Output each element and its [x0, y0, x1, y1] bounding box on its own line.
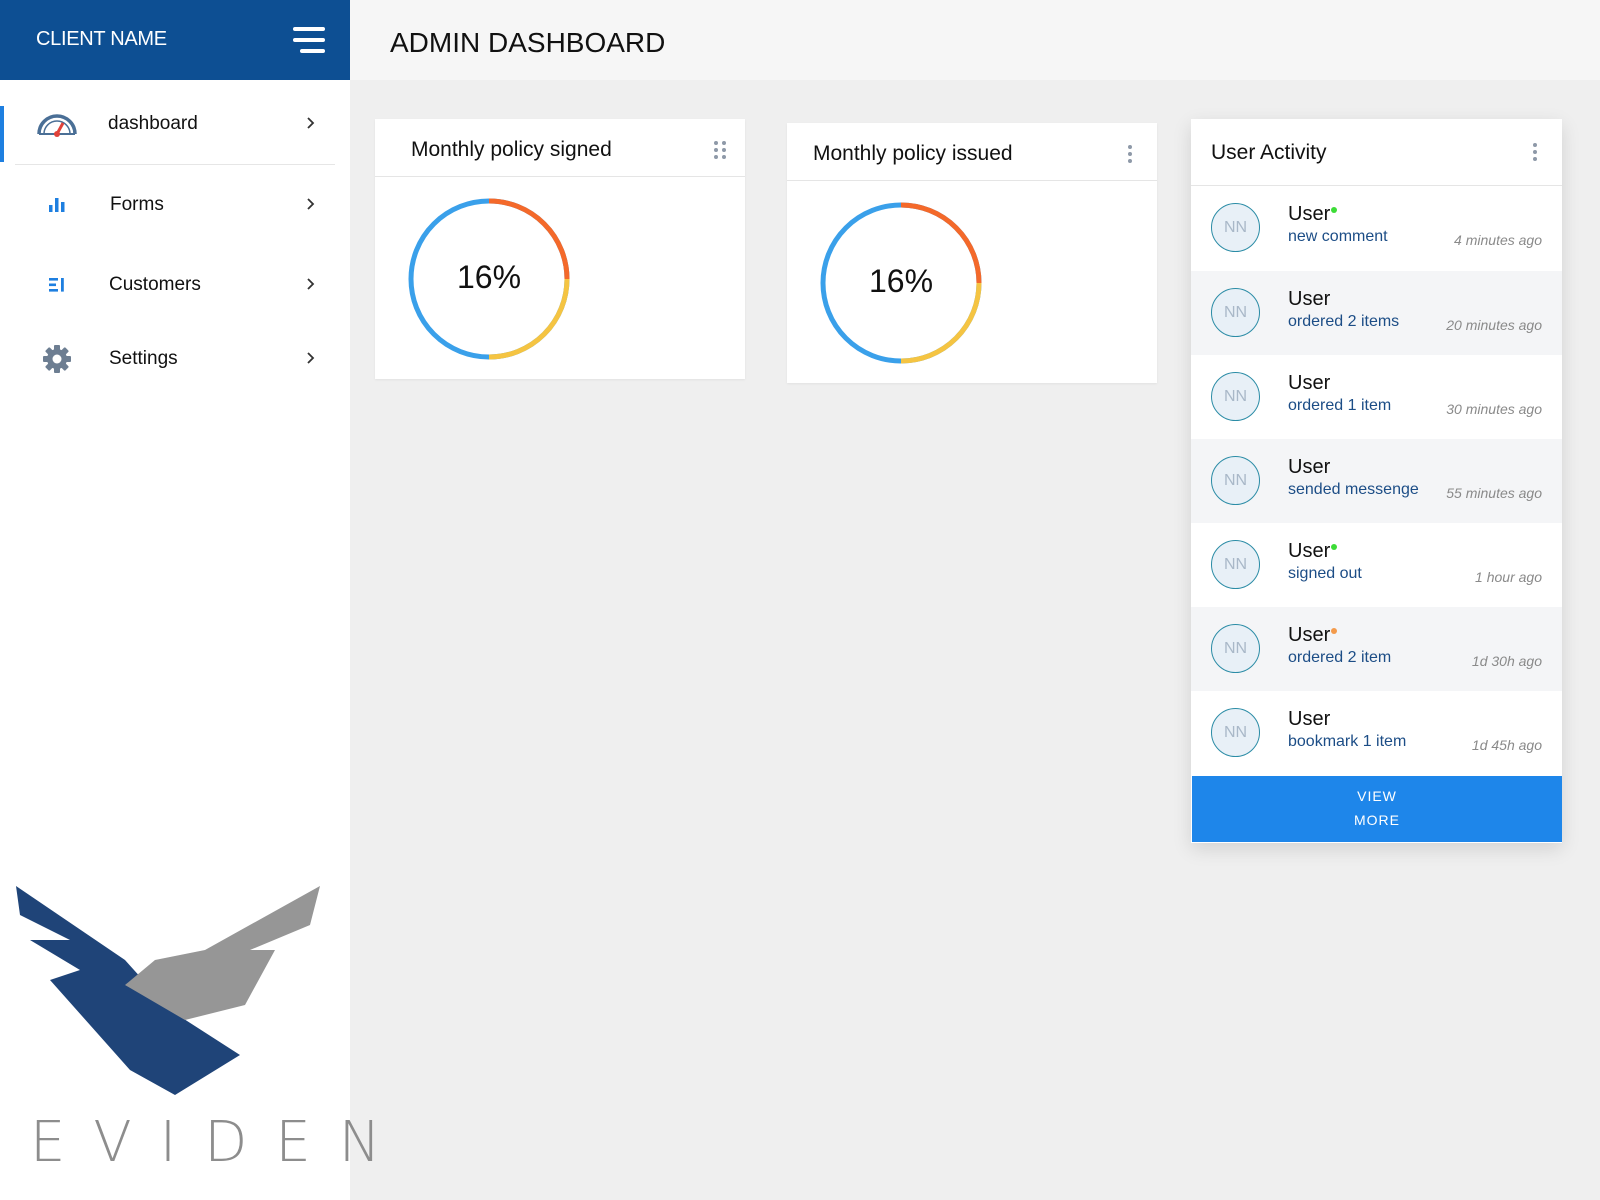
- donut-value: 16%: [868, 263, 934, 299]
- avatar: NN: [1211, 540, 1260, 589]
- status-dot-icon: [1331, 544, 1337, 550]
- sidebar-item-label: dashboard: [108, 113, 198, 134]
- card-policy-issued: Monthly policy issued 16%: [787, 123, 1157, 383]
- list-item[interactable]: NN User sended messenge 55 minutes ago: [1191, 439, 1562, 523]
- view-more-button[interactable]: VIEW MORE: [1192, 776, 1562, 842]
- activity-time: 1d 45h ago: [1471, 737, 1542, 753]
- status-dot-icon: [1331, 207, 1337, 213]
- activity-description: ordered 1 item: [1288, 397, 1392, 414]
- activity-time: 1 hour ago: [1475, 569, 1542, 585]
- avatar: NN: [1211, 288, 1260, 337]
- card-header: User Activity: [1191, 119, 1562, 186]
- user-name: User: [1288, 203, 1331, 225]
- brand-bar: CLIENT NAME: [0, 0, 350, 80]
- user-name: User: [1288, 456, 1331, 478]
- sidebar: CLIENT NAME dashboard Forms Customers Se…: [0, 0, 381, 1200]
- avatar: NN: [1211, 203, 1260, 252]
- page-title: ADMIN DASHBOARD: [390, 27, 666, 58]
- bar-chart-icon: [36, 188, 78, 222]
- list-item[interactable]: NN User ordered 1 item 30 minutes ago: [1191, 355, 1562, 439]
- card-header: Monthly policy signed: [375, 119, 745, 177]
- list-item[interactable]: NN User ordered 2 item 1d 30h ago: [1191, 607, 1562, 691]
- sidebar-item-label: Settings: [109, 348, 178, 369]
- hamburger-menu-icon[interactable]: [293, 27, 325, 53]
- activity-description: new comment: [1288, 228, 1388, 245]
- activity-description: ordered 2 item: [1288, 649, 1392, 666]
- user-activity-card: User Activity NN User new comment 4 minutes…: [1191, 119, 1562, 843]
- activity-description: sended messenge: [1288, 481, 1419, 498]
- chevron-right-icon: [307, 117, 315, 129]
- user-name: User: [1288, 540, 1331, 562]
- client-name: CLIENT NAME: [36, 28, 167, 50]
- sidebar-item-dashboard[interactable]: dashboard: [0, 89, 350, 162]
- activity-description: bookmark 1 item: [1288, 733, 1407, 750]
- user-name: User: [1288, 372, 1331, 394]
- activity-time: 4 minutes ago: [1454, 232, 1542, 248]
- avatar: NN: [1211, 456, 1260, 505]
- activity-time: 20 minutes ago: [1446, 317, 1542, 333]
- card-policy-signed: Monthly policy signed 16%: [375, 119, 745, 379]
- avatar: NN: [1211, 624, 1260, 673]
- sidebar-item-settings[interactable]: Settings: [0, 324, 350, 394]
- nav-divider: [15, 164, 335, 165]
- chevron-right-icon: [307, 198, 315, 210]
- speedometer-icon: [36, 107, 78, 141]
- logo-wordmark: EVIDEN: [30, 1110, 409, 1175]
- sidebar-item-customers[interactable]: Customers: [0, 250, 350, 320]
- card-title: User Activity: [1211, 141, 1327, 164]
- list-item[interactable]: NN User new comment 4 minutes ago: [1191, 186, 1562, 270]
- drag-handle-icon[interactable]: [714, 141, 730, 161]
- gear-icon: [36, 342, 78, 376]
- list-item[interactable]: NN User bookmark 1 item 1d 45h ago: [1191, 691, 1562, 775]
- user-name: User: [1288, 624, 1331, 646]
- list-item[interactable]: NN User ordered 2 items 20 minutes ago: [1191, 271, 1562, 355]
- card-title: Monthly policy signed: [411, 138, 612, 161]
- top-bar: ADMIN DASHBOARD: [350, 0, 1600, 80]
- view-more-label-line2: MORE: [1354, 812, 1400, 828]
- sidebar-item-label: Customers: [109, 274, 201, 295]
- card-header: Monthly policy issued: [787, 123, 1157, 181]
- activity-time: 55 minutes ago: [1446, 485, 1542, 501]
- activity-description: signed out: [1288, 565, 1362, 582]
- sidebar-item-label: Forms: [110, 194, 164, 215]
- activity-time: 1d 30h ago: [1471, 653, 1542, 669]
- chevron-right-icon: [307, 352, 315, 364]
- list-icon: [36, 268, 78, 302]
- sidebar-item-forms[interactable]: Forms: [0, 170, 350, 240]
- more-vertical-icon[interactable]: [1128, 145, 1144, 165]
- status-dot-icon: [1331, 628, 1337, 634]
- user-name: User: [1288, 708, 1331, 730]
- list-item[interactable]: NN User signed out 1 hour ago: [1191, 523, 1562, 607]
- user-name: User: [1288, 288, 1331, 310]
- chevron-right-icon: [307, 278, 315, 290]
- avatar: NN: [1211, 708, 1260, 757]
- view-more-label-line1: VIEW: [1357, 788, 1397, 804]
- avatar: NN: [1211, 372, 1260, 421]
- donut-value: 16%: [456, 259, 522, 295]
- activity-description: ordered 2 items: [1288, 313, 1400, 330]
- more-vertical-icon[interactable]: [1533, 143, 1549, 163]
- card-title: Monthly policy issued: [813, 142, 1013, 165]
- activity-time: 30 minutes ago: [1446, 401, 1542, 417]
- active-indicator: [0, 106, 4, 162]
